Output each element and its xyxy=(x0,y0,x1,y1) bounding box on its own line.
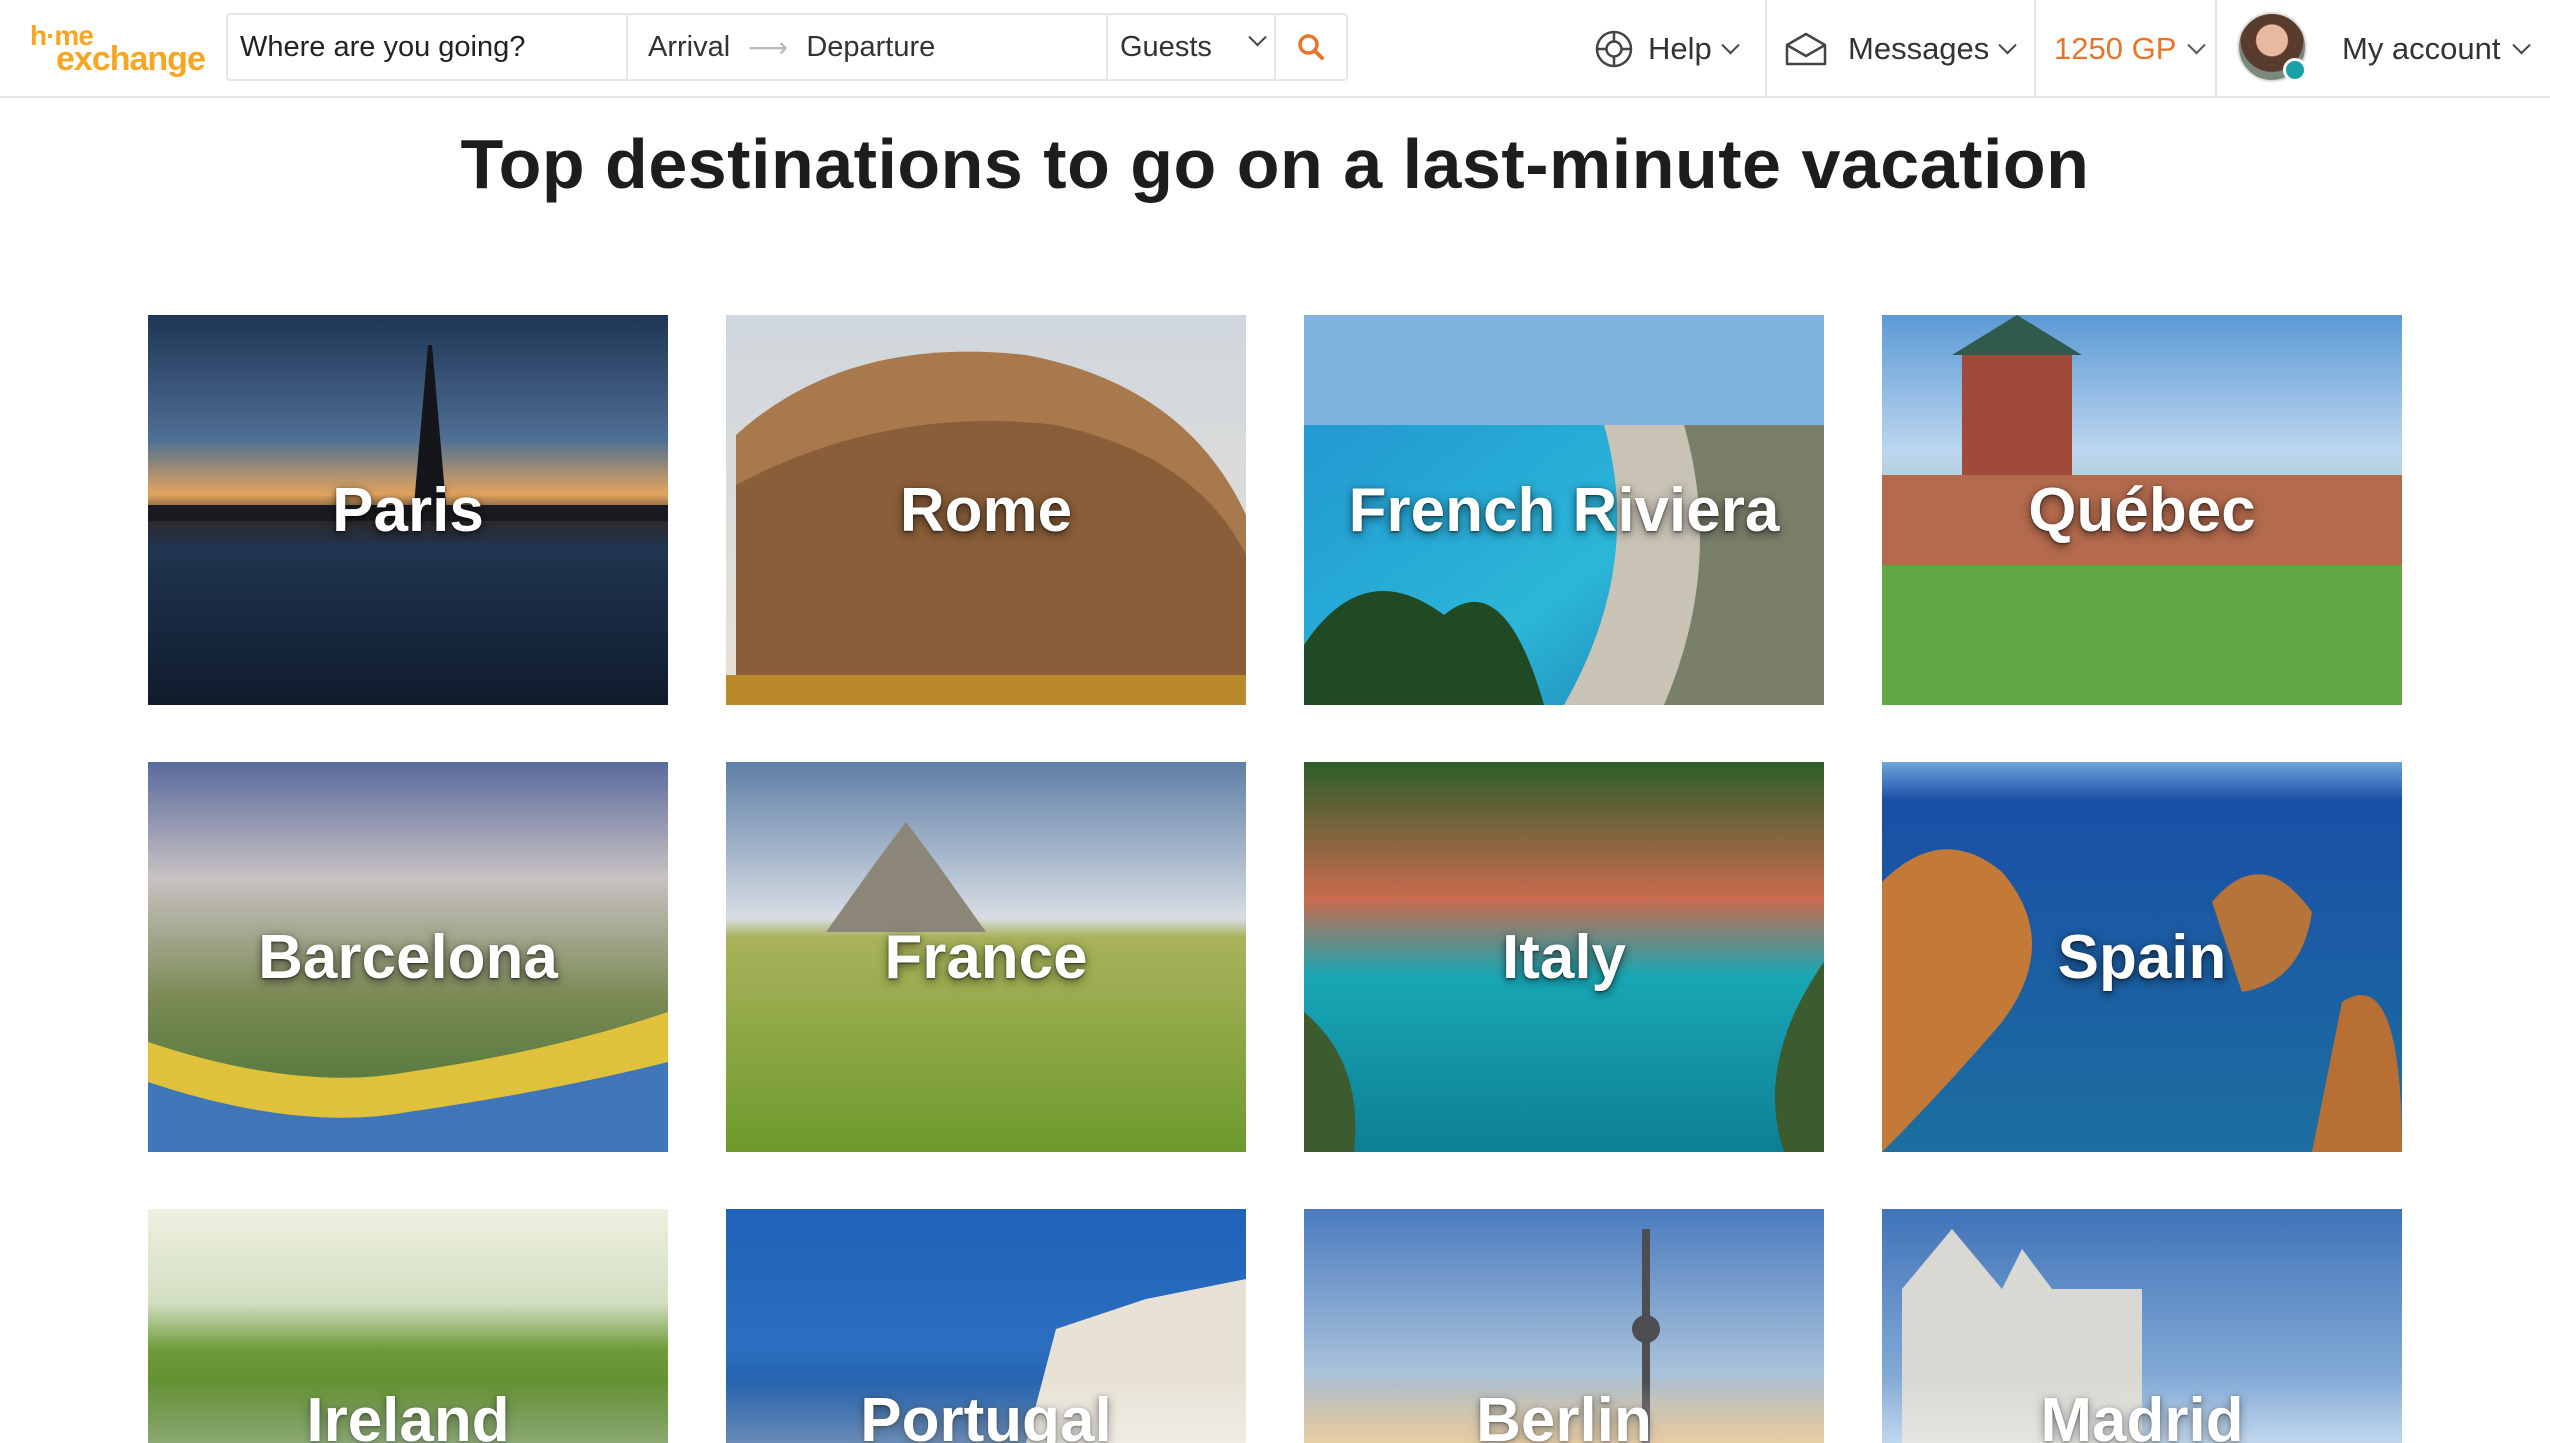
chevron-down-icon xyxy=(1998,35,2017,54)
nav-divider xyxy=(1765,0,1767,98)
destination-name: French Riviera xyxy=(1348,475,1780,545)
help-label: Help xyxy=(1648,31,1712,66)
destination-card-berlin[interactable]: Berlin xyxy=(1304,1209,1824,1443)
destination-name: Québec xyxy=(2028,475,2256,545)
lifebuoy-icon xyxy=(1595,30,1633,68)
logo-line-2: exchange xyxy=(56,40,206,78)
chevron-down-icon xyxy=(1721,35,1740,54)
destination-card-ireland[interactable]: Ireland xyxy=(148,1209,668,1443)
help-menu[interactable]: Help xyxy=(1594,22,1740,76)
destination-name: Rome xyxy=(899,475,1073,545)
destination-name: Madrid xyxy=(2040,1385,2244,1443)
verified-badge-icon xyxy=(2283,58,2307,82)
search-icon xyxy=(1298,34,1324,60)
account-menu[interactable]: My account xyxy=(2342,22,2531,76)
date-range-picker[interactable]: Arrival ⟶ Departure xyxy=(628,15,1108,79)
search-bar: Where are you going? Arrival ⟶ Departure… xyxy=(226,13,1348,81)
chevron-down-icon xyxy=(1248,28,1267,47)
nav-divider xyxy=(2034,0,2036,98)
destination-name: Spain xyxy=(2057,922,2227,992)
destination-card-french-riviera[interactable]: French Riviera xyxy=(1304,315,1824,705)
top-navbar: h·me exchange Where are you going? Arriv… xyxy=(0,0,2550,98)
messages-label: Messages xyxy=(1848,31,1990,66)
destination-card-portugal[interactable]: Portugal xyxy=(726,1209,1246,1443)
destination-name: France xyxy=(884,922,1088,992)
guest-points-menu[interactable]: 1250 GP xyxy=(2054,22,2207,76)
arrival-field[interactable]: Arrival xyxy=(648,31,730,64)
destination-name: Portugal xyxy=(860,1385,1112,1443)
departure-field[interactable]: Departure xyxy=(806,31,935,64)
user-avatar[interactable] xyxy=(2237,12,2307,82)
destination-name: Ireland xyxy=(306,1385,510,1443)
page-title: Top destinations to go on a last-minute … xyxy=(460,125,2090,203)
account-label: My account xyxy=(2342,31,2501,66)
destination-name: Berlin xyxy=(1476,1385,1652,1443)
destination-card-barcelona[interactable]: Barcelona xyxy=(148,762,668,1152)
destination-name: Italy xyxy=(1501,922,1627,992)
chevron-down-icon xyxy=(2511,35,2531,54)
search-button[interactable] xyxy=(1276,15,1346,79)
destination-card-france[interactable]: France xyxy=(726,762,1246,1152)
guests-select[interactable]: Guests xyxy=(1108,15,1276,79)
destination-card-rome[interactable]: Rome xyxy=(726,315,1246,705)
destination-card-paris[interactable]: Paris xyxy=(148,315,668,705)
envelope-icon xyxy=(1785,32,1827,66)
destination-card-quebec[interactable]: Québec xyxy=(1882,315,2402,705)
destination-card-italy[interactable]: Italy xyxy=(1304,762,1824,1152)
nav-divider xyxy=(2215,0,2217,98)
destination-input[interactable]: Where are you going? xyxy=(228,15,628,79)
guests-label: Guests xyxy=(1120,30,1212,63)
destination-name: Barcelona xyxy=(258,922,558,992)
arrow-right-icon: ⟶ xyxy=(748,31,789,63)
destination-name: Paris xyxy=(332,475,484,545)
destination-card-spain[interactable]: Spain xyxy=(1882,762,2402,1152)
guest-points-balance: 1250 GP xyxy=(2054,31,2177,66)
messages-menu[interactable]: Messages xyxy=(1784,22,2017,76)
homeexchange-logo[interactable]: h·me exchange xyxy=(30,20,206,78)
chevron-down-icon xyxy=(2187,35,2207,54)
destination-card-madrid[interactable]: Madrid xyxy=(1882,1209,2402,1443)
